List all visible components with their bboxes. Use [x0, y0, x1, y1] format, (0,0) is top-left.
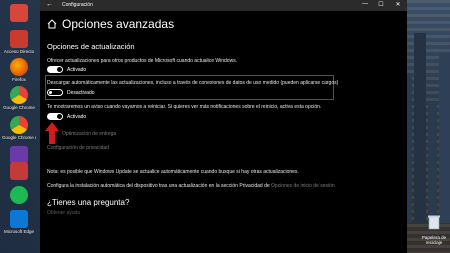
option-restart-notice-text: Te mostraremos un aviso cuando vayamos a… [47, 104, 322, 110]
desktop-icon-chrome-nuevo[interactable]: Google Chrome nuevo [2, 116, 36, 140]
red-arrow-annotation [45, 122, 59, 144]
desktop-icon-label: Firefox [12, 77, 26, 82]
spotify-icon [10, 186, 28, 204]
windows-update-note: Nota: es posible que Windows Update se a… [47, 169, 299, 175]
recycle-bin-icon [428, 215, 440, 230]
config-install-label: Configura la instalación automática del … [47, 183, 270, 189]
desktop-icon-acceso-directo[interactable]: Acceso Directo [2, 30, 36, 54]
desktop-icon-chrome[interactable]: Google Chrome [2, 86, 36, 110]
restart-notice-state: Activado [67, 114, 87, 120]
section-title: Opciones de actualización [47, 42, 135, 51]
desktop-icon-recycle-bin[interactable]: Papelera de reciclaje [420, 214, 448, 245]
desktop-icon-edge[interactable]: Microsoft Edge [2, 210, 36, 234]
offer-updates-toggle[interactable] [47, 66, 63, 73]
sign-in-options-link[interactable]: Opciones de inicio de sesión [271, 183, 335, 189]
privacy-settings-link[interactable]: Configuración de privacidad [47, 145, 109, 151]
chrome-icon [10, 116, 28, 134]
option-offer-updates-text: Ofrecer actualizaciones para otros produ… [47, 58, 238, 64]
firefox-icon [10, 58, 28, 76]
option-metered-download-text: Descargar automáticamente las actualizac… [47, 80, 339, 86]
get-help-link[interactable]: Obtener ayuda [47, 210, 80, 216]
desktop-icon-app-1[interactable] [2, 4, 36, 23]
recycle-bin-label: Papelera de reciclaje [421, 235, 447, 245]
desktop-icon-label: Microsoft Edge [3, 229, 34, 234]
highlight-box [45, 75, 334, 100]
delivery-optimization-link[interactable]: Optimización de entrega [62, 131, 116, 137]
desktop-icon-firefox[interactable]: Firefox [2, 58, 36, 82]
desktop-icon-app-7[interactable] [2, 162, 36, 181]
page-title: Opciones avanzadas [62, 17, 175, 31]
metered-download-state: Desactivado [67, 90, 95, 96]
metered-download-toggle[interactable] [47, 89, 63, 96]
home-icon[interactable] [47, 19, 57, 29]
app-icon [10, 162, 28, 180]
maximize-button[interactable]: ☐ [374, 1, 388, 8]
minimize-button[interactable]: — [358, 1, 372, 7]
close-button[interactable]: ✕ [391, 1, 405, 8]
settings-window: ← Configuración — ☐ ✕ Opciones avanzadas… [40, 0, 407, 253]
restart-notice-toggle[interactable] [47, 113, 63, 120]
window-title: Configuración [62, 2, 93, 8]
offer-updates-state: Activado [67, 67, 87, 73]
desktop-icon-label: Google Chrome nuevo [2, 135, 36, 140]
app-icon [10, 4, 28, 22]
desktop-icon-app-8[interactable] [2, 186, 36, 205]
chrome-icon [10, 86, 28, 104]
desktop-icon-label: Acceso Directo [3, 49, 35, 54]
title-bar: ← Configuración — ☐ ✕ [40, 0, 407, 11]
desktop-icon-label: Google Chrome [3, 105, 35, 110]
edge-icon [10, 210, 28, 228]
help-title: ¿Tienes una pregunta? [47, 198, 130, 207]
config-install-text: Configura la instalación automática del … [47, 183, 335, 189]
back-arrow-icon[interactable]: ← [46, 1, 53, 8]
shortcut-icon [10, 30, 28, 48]
